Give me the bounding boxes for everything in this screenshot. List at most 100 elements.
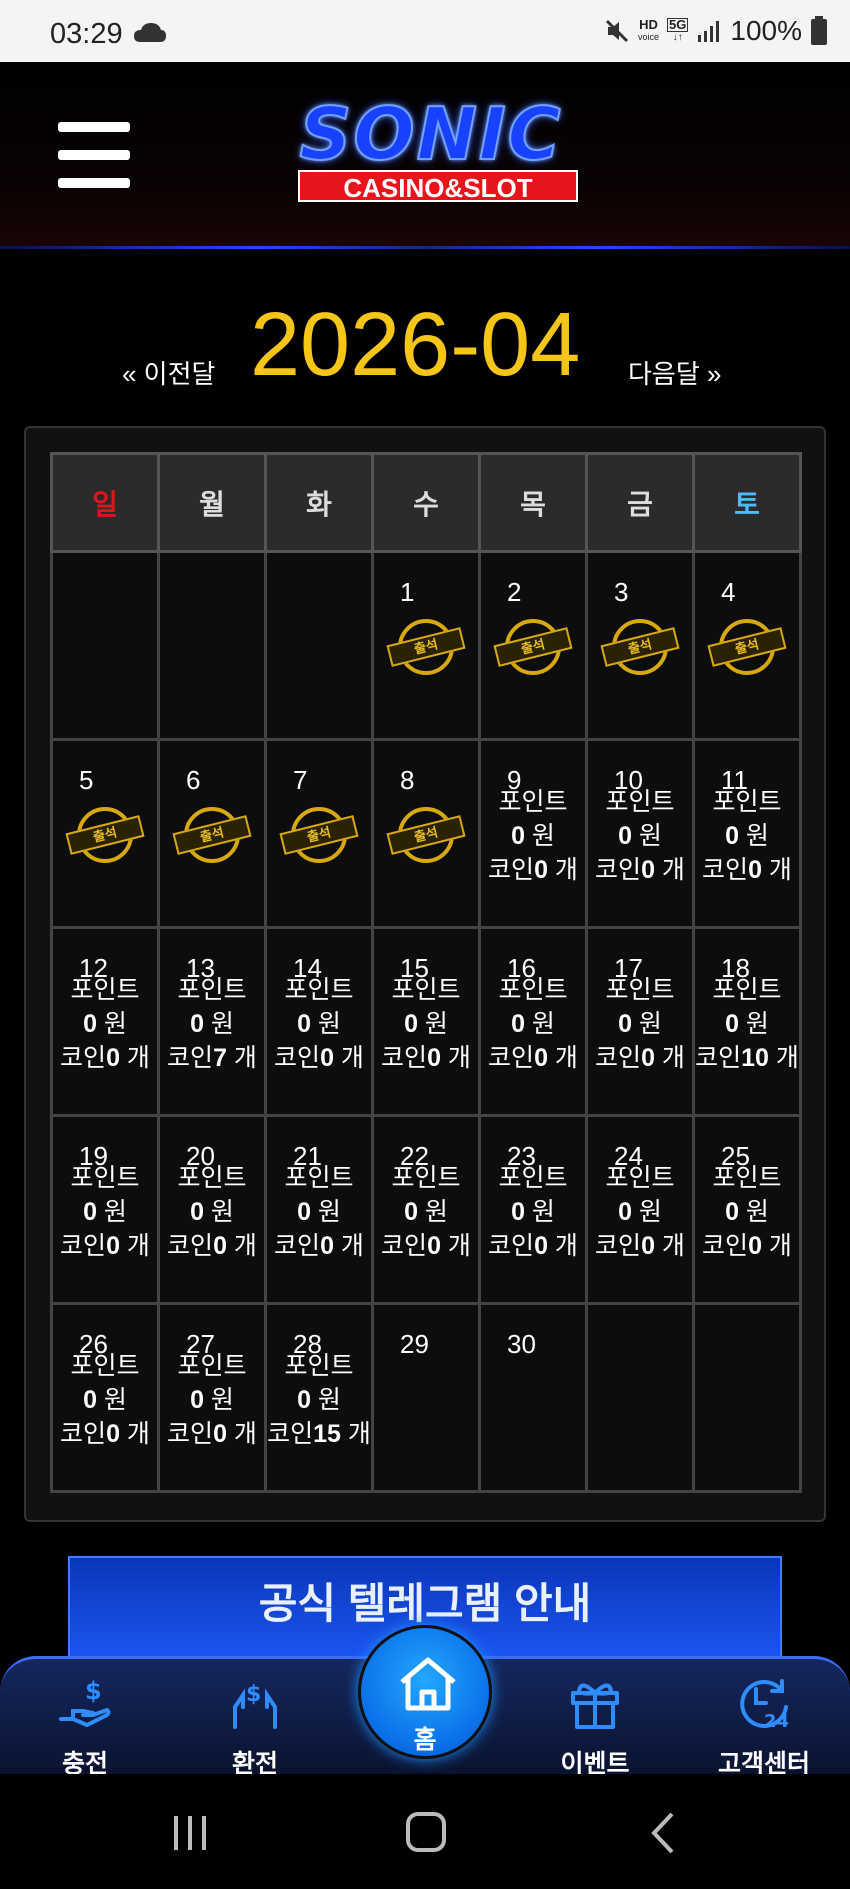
calendar-day-cell[interactable]: 17 포인트 0 원 코인0 개 — [585, 926, 695, 1117]
calendar-day-cell[interactable]: 18 포인트 0 원 코인10 개 — [692, 926, 802, 1117]
day-reward-info: 포인트 0 원코인0 개 — [53, 1349, 157, 1451]
point-amount: 0 원 — [725, 1010, 769, 1038]
calendar-day-cell[interactable]: 24 포인트 0 원 코인0 개 — [585, 1114, 695, 1305]
day-reward-info: 포인트 0 원 코인0 개 — [695, 785, 799, 887]
calendar-day-cell — [50, 550, 160, 741]
prev-month-link[interactable]: « 이전달 — [122, 354, 215, 391]
point-label: 포인트 — [605, 1164, 675, 1192]
attendance-stamp-icon: 출석 — [172, 807, 252, 867]
calendar-day-cell[interactable]: 3 출석 — [585, 550, 695, 741]
point-label: 포인트 — [391, 976, 461, 1004]
point-label: 포인트 — [70, 976, 140, 1004]
calendar-day-cell[interactable]: 12 포인트 0 원 코인0 개 — [50, 926, 160, 1117]
day-number: 7 — [293, 765, 308, 795]
coin-amount: 코인0 개 — [60, 1044, 150, 1072]
calendar-day-cell[interactable]: 27 포인트 0 원 코인0 개 — [157, 1302, 267, 1493]
svg-text:$: $ — [85, 1677, 102, 1705]
calendar-day-cell[interactable]: 9 포인트 0 원 코인0 개 — [478, 738, 588, 929]
coin-amount: 코인0 개 — [488, 1044, 578, 1072]
day-reward-info: 포인트 0 원 코인0 개 — [267, 973, 371, 1075]
point-label: 포인트 — [284, 976, 354, 1004]
day-reward-info: 포인트 0 원 코인0 개 — [267, 1161, 371, 1263]
calendar-day-cell — [692, 1302, 802, 1493]
point-label: 포인트 — [284, 1352, 354, 1380]
calendar-day-cell[interactable]: 6 출석 — [157, 738, 267, 929]
day-number: 30 — [507, 1329, 536, 1359]
point-label: 포인트 — [70, 1352, 140, 1380]
day-number: 4 — [721, 577, 736, 607]
nav-event[interactable]: 이벤트 — [535, 1673, 655, 1778]
calendar-day-cell[interactable]: 4 출석 — [692, 550, 802, 741]
nav-support[interactable]: 24 고객센터 — [704, 1673, 824, 1778]
calendar-day-cell[interactable]: 29 — [371, 1302, 481, 1493]
point-amount: 0 원 — [618, 1010, 662, 1038]
calendar-day-cell[interactable]: 20 포인트 0 원 코인0 개 — [157, 1114, 267, 1305]
point-label: 포인트 — [498, 788, 568, 816]
calendar-day-cell[interactable]: 26 포인트 0 원 코인0 개 — [50, 1302, 160, 1493]
calendar-day-cell[interactable]: 5 출석 — [50, 738, 160, 929]
calendar-day-cell[interactable]: 30 — [478, 1302, 588, 1493]
coin-amount: 코인0 개 — [488, 1232, 578, 1260]
point-amount: 0 원 — [83, 1198, 127, 1226]
coin-amount: 코인0 개 — [167, 1420, 257, 1448]
home-system-icon[interactable] — [396, 1810, 456, 1856]
support-24-icon: 24 — [740, 1679, 789, 1732]
logo-title: SONIC — [299, 92, 563, 176]
day-reward-info: 포인트 0 원 코인0 개 — [53, 1161, 157, 1263]
back-icon[interactable] — [636, 1810, 696, 1856]
calendar-day-cell[interactable]: 10 포인트 0 원 코인0 개 — [585, 738, 695, 929]
point-label: 포인트 — [391, 1164, 461, 1192]
hd-voice-badge: HD voice — [638, 17, 660, 42]
nav-withdraw[interactable]: $ 환전 — [195, 1673, 315, 1778]
coin-amount: 코인0 개 — [595, 1044, 685, 1072]
weekday-header-row: 일 월 화 수 목 금 토 — [50, 452, 802, 553]
calendar-day-cell[interactable]: 7 출석 — [264, 738, 374, 929]
calendar-day-cell[interactable]: 13 포인트 0 원 코인7 개 — [157, 926, 267, 1117]
point-amount: 0 원 — [297, 1386, 341, 1414]
calendar-day-cell[interactable]: 23 포인트 0 원 코인0 개 — [478, 1114, 588, 1305]
calendar-day-cell[interactable]: 28 포인트 0 원 코인15 개 — [264, 1302, 374, 1493]
day-number: 2 — [507, 577, 522, 607]
calendar-week-row: 19 포인트 0 원 코인0 개 20 포인트 0 원 코인0 개 21 포인트 0 원 코인0 개 2… — [50, 1114, 802, 1305]
point-amount: 0 원 — [190, 1010, 234, 1038]
calendar-day-cell[interactable]: 22 포인트 0 원 코인0 개 — [371, 1114, 481, 1305]
month-navigation: « 이전달 2026-04 다음달 » — [0, 290, 850, 400]
point-amount: 0 원 — [404, 1198, 448, 1226]
network-badge: 5G ↓↑ — [667, 17, 689, 43]
calendar-day-cell[interactable]: 21 포인트 0 원 코인0 개 — [264, 1114, 374, 1305]
calendar-day-cell[interactable]: 11 포인트 0 원 코인0 개 — [692, 738, 802, 929]
day-reward-info: 포인트 0 원 코인0 개 — [481, 785, 585, 887]
weekday-wed: 수 — [371, 452, 481, 553]
day-number: 6 — [186, 765, 201, 795]
calendar-day-cell[interactable]: 8 출석 — [371, 738, 481, 929]
next-month-link[interactable]: 다음달 » — [628, 354, 721, 391]
nav-home[interactable]: 홈 — [358, 1625, 492, 1759]
attendance-stamp-icon: 출석 — [707, 619, 787, 679]
calendar-day-cell[interactable]: 2 출석 — [478, 550, 588, 741]
point-amount: 0 원 — [83, 1386, 127, 1414]
calendar-day-cell[interactable]: 16 포인트 0 원 코인0 개 — [478, 926, 588, 1117]
nav-deposit[interactable]: $ 충전 — [25, 1673, 145, 1778]
attendance-stamp-icon: 출석 — [493, 619, 573, 679]
weekday-mon: 월 — [157, 452, 267, 553]
day-reward-info: 포인트 0 원 코인10 개 — [695, 973, 799, 1075]
signal-icon — [698, 21, 720, 42]
point-amount: 0 원 — [725, 822, 769, 850]
calendar-day-cell — [157, 550, 267, 741]
hamburger-menu-icon[interactable] — [58, 122, 130, 188]
calendar-week-row: 5 출석 6 출석 7 출석 8 출석 9 포인트 0 원 코인0 개 10 포인트 0 원 코인0 개 11 포… — [50, 738, 802, 929]
calendar-day-cell[interactable]: 25 포인트 0 원 코인0 개 — [692, 1114, 802, 1305]
calendar-day-cell[interactable]: 14 포인트 0 원 코인0 개 — [264, 926, 374, 1117]
calendar-day-cell[interactable]: 15 포인트 0 원 코인0 개 — [371, 926, 481, 1117]
calendar-day-cell[interactable]: 1 출석 — [371, 550, 481, 741]
day-reward-info: 포인트 0 원 코인7 개 — [160, 973, 264, 1075]
svg-text:24: 24 — [764, 1711, 789, 1732]
coin-amount: 코인0 개 — [60, 1420, 150, 1448]
point-amount: 0 원 — [725, 1198, 769, 1226]
attendance-calendar: 일 월 화 수 목 금 토 1 출석 2 출석 3 출석 4 출석 5 출석 6 출석 7 출석 8 출석 9 포… — [24, 426, 826, 1522]
site-logo[interactable]: SONIC CASINO&SLOT — [276, 92, 586, 208]
calendar-day-cell[interactable]: 19 포인트 0 원 코인0 개 — [50, 1114, 160, 1305]
svg-text:$: $ — [246, 1682, 261, 1707]
recent-apps-icon[interactable] — [160, 1810, 220, 1856]
nav-home-label: 홈 — [413, 1726, 437, 1754]
